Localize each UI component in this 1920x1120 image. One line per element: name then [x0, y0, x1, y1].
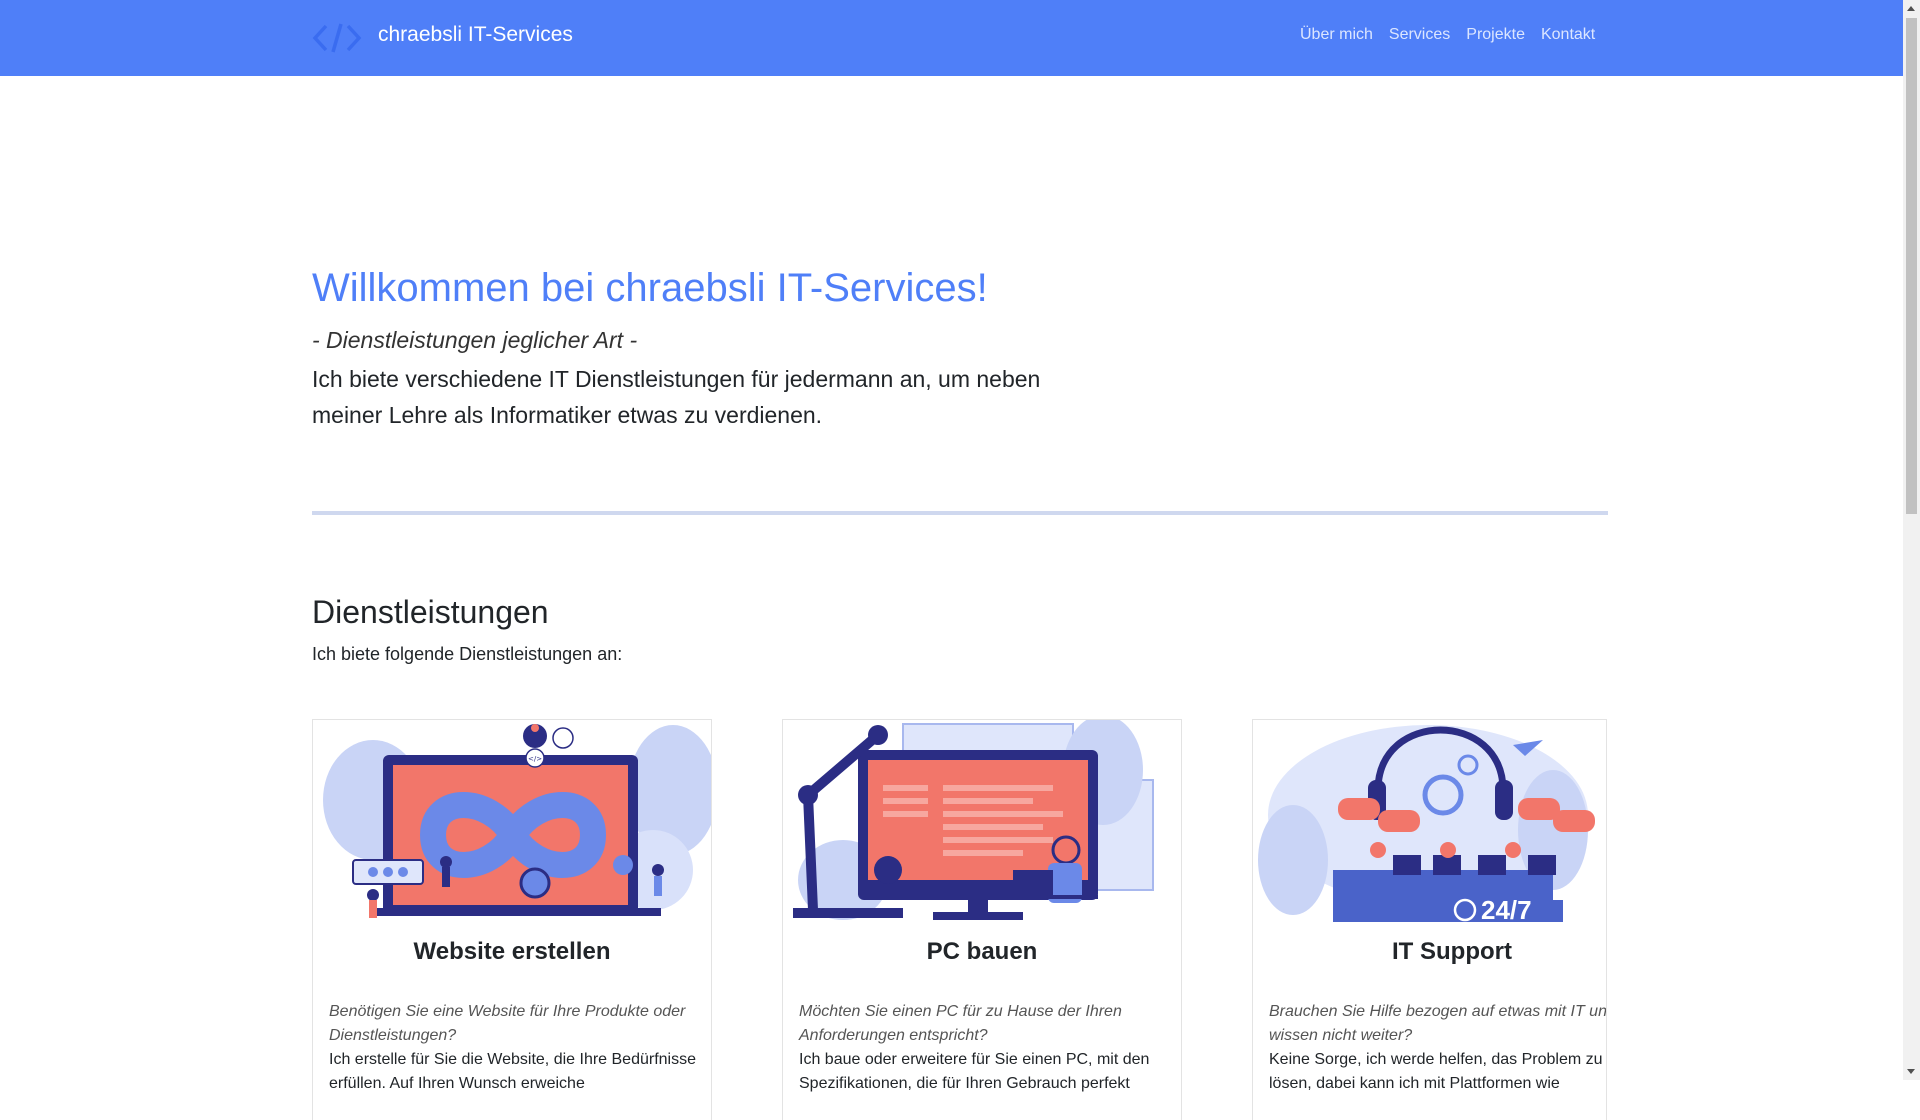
code-brackets-icon[interactable] [312, 18, 362, 58]
card-text: Ich erstelle für Sie die Website, die Ih… [329, 1051, 696, 1092]
card-text: Keine Sorge, ich werde helfen, das Probl… [1269, 1051, 1603, 1092]
svg-text:24/7: 24/7 [1481, 895, 1532, 922]
service-card-website[interactable]: </> Website erstellen Benötigen Sie eine… [312, 719, 712, 1120]
brand-name[interactable]: chraebsli IT-Services [378, 23, 573, 47]
card-question: Benötigen Sie eine Website für Ihre Prod… [329, 1003, 686, 1044]
svg-text:</>: </> [528, 755, 542, 763]
nav-item-kontakt[interactable]: Kontakt [1541, 26, 1595, 44]
card-title: Website erstellen [413, 938, 611, 965]
hero-title: Willkommen bei chraebsli IT-Services! [312, 266, 988, 310]
section-divider [312, 511, 1608, 515]
pc-building-illustration-icon [783, 720, 1181, 922]
card-question: Möchten Sie einen PC für zu Hause der Ih… [799, 1003, 1122, 1044]
scroll-thumb[interactable] [1906, 18, 1917, 514]
card-text: Ich baue oder erweitere für Sie einen PC… [799, 1051, 1150, 1092]
nav-item-projekte[interactable]: Projekte [1466, 26, 1525, 44]
hero-subtitle: - Dienstleistungen jeglicher Art - [312, 327, 638, 353]
it-support-illustration-icon: 24/7 [1253, 720, 1606, 922]
nav-item-ueber-mich[interactable]: Über mich [1300, 26, 1373, 44]
service-card-it-support[interactable]: 24/7 IT Support Brauchen Sie Hilfe bezog… [1252, 719, 1607, 1120]
hero-text: Ich biete verschiedene IT Dienstleistung… [312, 366, 1041, 428]
card-question: Brauchen Sie Hilfe bezogen auf etwas mit… [1269, 1003, 1607, 1044]
navbar: chraebsli IT-Services Über mich Services… [0, 0, 1903, 76]
nav-menu: Über mich Services Projekte Kontakt [1300, 26, 1595, 44]
services-subtitle: Ich biete folgende Dienstleistungen an: [312, 644, 623, 664]
card-title: PC bauen [926, 938, 1038, 965]
web-development-illustration-icon: </> [313, 720, 711, 922]
scroll-up-icon[interactable] [1907, 6, 1915, 11]
service-card-pc[interactable]: PC bauen Möchten Sie einen PC für zu Hau… [782, 719, 1182, 1120]
card-title: IT Support [1392, 938, 1512, 965]
page-scrollbar[interactable] [1903, 0, 1920, 1080]
nav-item-services[interactable]: Services [1389, 26, 1450, 44]
scroll-down-icon[interactable] [1907, 1069, 1915, 1074]
services-title: Dienstleistungen [312, 594, 549, 630]
